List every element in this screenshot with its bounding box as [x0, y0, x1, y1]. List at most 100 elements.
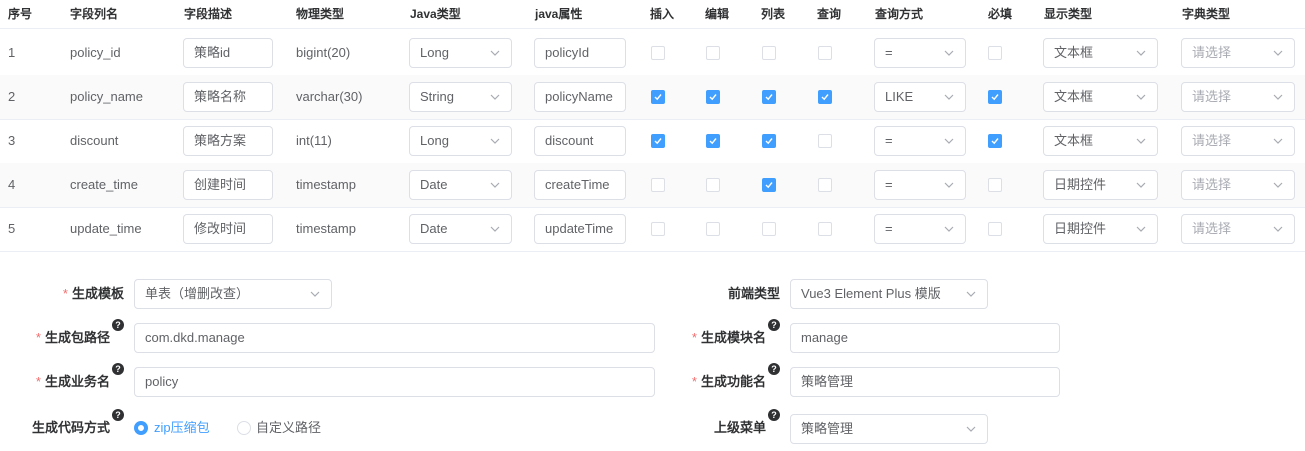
- insert-checkbox[interactable]: [651, 222, 665, 236]
- header-physical-type: 物理类型: [296, 7, 345, 21]
- column-name: create_time: [70, 177, 138, 192]
- help-icon[interactable]: ?: [768, 319, 780, 331]
- java-type-value: Long: [420, 45, 449, 60]
- display-type-select[interactable]: 文本框: [1043, 126, 1158, 156]
- header-index: 序号: [8, 7, 33, 21]
- display-type-select[interactable]: 文本框: [1043, 38, 1158, 68]
- module-input[interactable]: manage: [790, 323, 1060, 353]
- required-checkbox[interactable]: [988, 46, 1002, 60]
- header-required: 必填: [988, 7, 1013, 21]
- display-type-value: 日期控件: [1054, 221, 1107, 236]
- front-select[interactable]: Vue3 Element Plus 模版: [790, 279, 988, 309]
- physical-type: timestamp: [296, 221, 356, 236]
- java-property-input[interactable]: updateTime: [534, 214, 626, 244]
- dict-type-select[interactable]: 请选择: [1181, 214, 1295, 244]
- java-type-select[interactable]: String: [409, 82, 512, 112]
- description-input[interactable]: 策略id: [183, 38, 273, 68]
- chevron-down-icon: [1133, 171, 1149, 199]
- func-input[interactable]: 策略管理: [790, 367, 1060, 397]
- query-checkbox[interactable]: [818, 178, 832, 192]
- row-index: 2: [8, 89, 16, 104]
- header-java-property: java属性: [535, 7, 583, 21]
- chevron-down-icon: [941, 127, 957, 155]
- tpl-select[interactable]: 单表（增删改查）: [134, 279, 332, 309]
- insert-checkbox[interactable]: [651, 134, 665, 148]
- edit-checkbox[interactable]: [706, 178, 720, 192]
- query-mode-select[interactable]: =: [874, 126, 966, 156]
- dict-type-select[interactable]: 请选择: [1181, 82, 1295, 112]
- help-icon[interactable]: ?: [768, 363, 780, 375]
- java-type-select[interactable]: Long: [409, 126, 512, 156]
- display-type-select[interactable]: 日期控件: [1043, 214, 1158, 244]
- query-mode-select[interactable]: =: [874, 38, 966, 68]
- query-checkbox[interactable]: [818, 90, 832, 104]
- java-property-input[interactable]: discount: [534, 126, 626, 156]
- display-type-select[interactable]: 日期控件: [1043, 170, 1158, 200]
- dict-type-select[interactable]: 请选择: [1181, 170, 1295, 200]
- query-mode-select[interactable]: LIKE: [874, 82, 966, 112]
- column-name: policy_name: [70, 89, 143, 104]
- radio-custom-label[interactable]: 自定义路径: [256, 413, 321, 443]
- required-checkbox[interactable]: [988, 134, 1002, 148]
- help-icon[interactable]: ?: [112, 409, 124, 421]
- radio-custom[interactable]: [237, 421, 251, 435]
- edit-checkbox[interactable]: [706, 134, 720, 148]
- row-index: 5: [8, 221, 16, 236]
- java-property-input[interactable]: policyId: [534, 38, 626, 68]
- table-header: 序号 字段列名 字段描述 物理类型 Java类型 java属性 插入 编辑 列表 查询 查询方式 必填…: [0, 0, 1305, 29]
- query-mode-select[interactable]: =: [874, 214, 966, 244]
- description-input[interactable]: 策略方案: [183, 126, 273, 156]
- header-query: 查询: [817, 7, 842, 21]
- query-checkbox[interactable]: [818, 134, 832, 148]
- required-checkbox[interactable]: [988, 222, 1002, 236]
- display-type-value: 文本框: [1054, 89, 1094, 104]
- list-checkbox[interactable]: [762, 178, 776, 192]
- dict-type-select[interactable]: 请选择: [1181, 126, 1295, 156]
- chevron-down-icon: [941, 215, 957, 243]
- biz-input[interactable]: policy: [134, 367, 655, 397]
- java-property-input[interactable]: createTime: [534, 170, 626, 200]
- dict-type-select[interactable]: 请选择: [1181, 38, 1295, 68]
- java-type-select[interactable]: Date: [409, 170, 512, 200]
- chevron-down-icon: [487, 171, 503, 199]
- table-row: 4 create_time 创建时间 timestamp Date createTime =…: [0, 163, 1305, 208]
- pkg-input[interactable]: com.dkd.manage: [134, 323, 655, 353]
- list-checkbox[interactable]: [762, 222, 776, 236]
- display-type-value: 日期控件: [1054, 177, 1107, 192]
- help-icon[interactable]: ?: [768, 409, 780, 421]
- dict-type-placeholder: 请选择: [1192, 89, 1232, 104]
- query-mode-select[interactable]: =: [874, 170, 966, 200]
- list-checkbox[interactable]: [762, 46, 776, 60]
- header-edit: 编辑: [705, 7, 730, 21]
- column-name: discount: [70, 133, 119, 148]
- edit-checkbox[interactable]: [706, 222, 720, 236]
- chevron-down-icon: [1133, 39, 1149, 67]
- query-checkbox[interactable]: [818, 46, 832, 60]
- edit-checkbox[interactable]: [706, 90, 720, 104]
- list-checkbox[interactable]: [762, 90, 776, 104]
- description-input[interactable]: 修改时间: [183, 214, 273, 244]
- insert-checkbox[interactable]: [651, 46, 665, 60]
- parent-select[interactable]: 策略管理: [790, 414, 988, 444]
- description-input[interactable]: 创建时间: [183, 170, 273, 200]
- edit-checkbox[interactable]: [706, 46, 720, 60]
- java-property-input[interactable]: policyName: [534, 82, 626, 112]
- display-type-select[interactable]: 文本框: [1043, 82, 1158, 112]
- dict-type-placeholder: 请选择: [1192, 133, 1232, 148]
- required-checkbox[interactable]: [988, 178, 1002, 192]
- java-type-value: Date: [420, 221, 448, 236]
- insert-checkbox[interactable]: [651, 90, 665, 104]
- chevron-down-icon: [941, 39, 957, 67]
- help-icon[interactable]: ?: [112, 319, 124, 331]
- dict-type-placeholder: 请选择: [1192, 221, 1232, 236]
- insert-checkbox[interactable]: [651, 178, 665, 192]
- radio-zip-label[interactable]: zip压缩包: [154, 413, 210, 443]
- list-checkbox[interactable]: [762, 134, 776, 148]
- description-input[interactable]: 策略名称: [183, 82, 273, 112]
- radio-zip[interactable]: [134, 421, 148, 435]
- help-icon[interactable]: ?: [112, 363, 124, 375]
- required-checkbox[interactable]: [988, 90, 1002, 104]
- java-type-select[interactable]: Long: [409, 38, 512, 68]
- java-type-select[interactable]: Date: [409, 214, 512, 244]
- query-checkbox[interactable]: [818, 222, 832, 236]
